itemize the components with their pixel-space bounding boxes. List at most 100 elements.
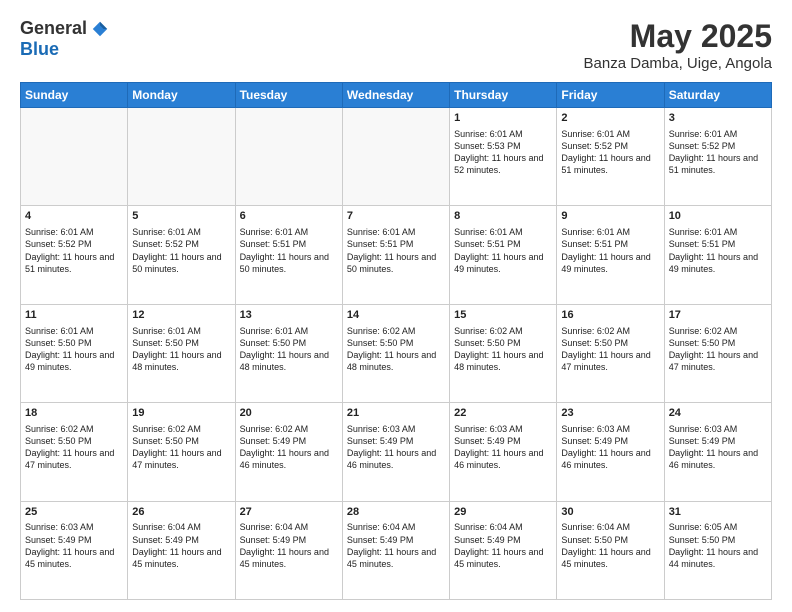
logo: General Blue xyxy=(20,18,109,60)
calendar-row: 4Sunrise: 6:01 AMSunset: 5:52 PMDaylight… xyxy=(21,206,772,304)
day-info: Sunrise: 6:02 AMSunset: 5:50 PMDaylight:… xyxy=(669,325,767,374)
calendar-cell: 2 Sunrise: 6:01 AMSunset: 5:52 PMDaylight… xyxy=(557,108,664,206)
day-number: 28 xyxy=(347,505,445,520)
day-number: 23 xyxy=(561,406,659,421)
calendar-cell: 20 Sunrise: 6:02 AMSunset: 5:49 PMDayligh… xyxy=(235,403,342,501)
calendar-cell xyxy=(21,108,128,206)
calendar-cell: 23Sunrise: 6:03 AMSunset: 5:49 PMDayligh… xyxy=(557,403,664,501)
calendar-cell xyxy=(235,108,342,206)
calendar-row: 1 Sunrise: 6:01 AMSunset: 5:53 PMDaylight… xyxy=(21,108,772,206)
day-number: 30 xyxy=(561,505,659,520)
day-number: 25 xyxy=(25,505,123,520)
logo-icon xyxy=(91,20,109,38)
calendar-cell: 12Sunrise: 6:01 AMSunset: 5:50 PMDayligh… xyxy=(128,304,235,402)
calendar-cell: 29Sunrise: 6:04 AMSunset: 5:49 PMDayligh… xyxy=(450,501,557,599)
day-number: 3 xyxy=(669,111,767,126)
day-number: 13 xyxy=(240,308,338,323)
calendar-cell: 22 Sunrise: 6:03 AMSunset: 5:49 PMDayligh… xyxy=(450,403,557,501)
day-number: 2 xyxy=(561,111,659,126)
calendar-cell: 6 Sunrise: 6:01 AMSunset: 5:51 PMDaylight… xyxy=(235,206,342,304)
day-info: Sunrise: 6:01 AMSunset: 5:52 PMDaylight:… xyxy=(669,128,767,177)
calendar-cell: 7 Sunrise: 6:01 AMSunset: 5:51 PMDaylight… xyxy=(342,206,449,304)
calendar-cell: 30Sunrise: 6:04 AMSunset: 5:50 PMDayligh… xyxy=(557,501,664,599)
weekday-header-cell: Friday xyxy=(557,83,664,108)
day-number: 19 xyxy=(132,406,230,421)
day-info: Sunrise: 6:01 AMSunset: 5:51 PMDaylight:… xyxy=(240,226,338,275)
main-title: May 2025 xyxy=(584,18,772,55)
day-number: 15 xyxy=(454,308,552,323)
day-info: Sunrise: 6:04 AMSunset: 5:50 PMDaylight:… xyxy=(561,521,659,570)
day-info: Sunrise: 6:01 AMSunset: 5:50 PMDaylight:… xyxy=(25,325,123,374)
day-info: Sunrise: 6:01 AMSunset: 5:52 PMDaylight:… xyxy=(25,226,123,275)
day-info: Sunrise: 6:01 AMSunset: 5:52 PMDaylight:… xyxy=(561,128,659,177)
calendar-cell xyxy=(342,108,449,206)
day-number: 9 xyxy=(561,209,659,224)
day-number: 10 xyxy=(669,209,767,224)
day-info: Sunrise: 6:04 AMSunset: 5:49 PMDaylight:… xyxy=(132,521,230,570)
calendar-cell xyxy=(128,108,235,206)
calendar-row: 18Sunrise: 6:02 AMSunset: 5:50 PMDayligh… xyxy=(21,403,772,501)
calendar-cell: 8 Sunrise: 6:01 AMSunset: 5:51 PMDaylight… xyxy=(450,206,557,304)
calendar-cell: 27Sunrise: 6:04 AMSunset: 5:49 PMDayligh… xyxy=(235,501,342,599)
day-number: 6 xyxy=(240,209,338,224)
day-info: Sunrise: 6:05 AMSunset: 5:50 PMDaylight:… xyxy=(669,521,767,570)
calendar-cell: 10 Sunrise: 6:01 AMSunset: 5:51 PMDayligh… xyxy=(664,206,771,304)
day-number: 20 xyxy=(240,406,338,421)
calendar-cell: 14 Sunrise: 6:02 AMSunset: 5:50 PMDayligh… xyxy=(342,304,449,402)
calendar-cell: 25Sunrise: 6:03 AMSunset: 5:49 PMDayligh… xyxy=(21,501,128,599)
day-info: Sunrise: 6:01 AMSunset: 5:51 PMDaylight:… xyxy=(347,226,445,275)
day-number: 14 xyxy=(347,308,445,323)
calendar-cell: 19 Sunrise: 6:02 AMSunset: 5:50 PMDayligh… xyxy=(128,403,235,501)
day-number: 29 xyxy=(454,505,552,520)
day-number: 7 xyxy=(347,209,445,224)
day-info: Sunrise: 6:02 AMSunset: 5:49 PMDaylight:… xyxy=(240,423,338,472)
page: General Blue May 2025 Banza Damba, Uige,… xyxy=(0,0,792,612)
day-info: Sunrise: 6:02 AMSunset: 5:50 PMDaylight:… xyxy=(347,325,445,374)
logo-general-text: General xyxy=(20,18,87,39)
calendar-cell: 5Sunrise: 6:01 AMSunset: 5:52 PMDaylight… xyxy=(128,206,235,304)
day-number: 27 xyxy=(240,505,338,520)
day-info: Sunrise: 6:01 AMSunset: 5:51 PMDaylight:… xyxy=(561,226,659,275)
day-info: Sunrise: 6:02 AMSunset: 5:50 PMDaylight:… xyxy=(132,423,230,472)
day-info: Sunrise: 6:03 AMSunset: 5:49 PMDaylight:… xyxy=(454,423,552,472)
calendar-cell: 24Sunrise: 6:03 AMSunset: 5:49 PMDayligh… xyxy=(664,403,771,501)
calendar-cell: 15Sunrise: 6:02 AMSunset: 5:50 PMDayligh… xyxy=(450,304,557,402)
weekday-header-cell: Saturday xyxy=(664,83,771,108)
day-number: 24 xyxy=(669,406,767,421)
day-number: 31 xyxy=(669,505,767,520)
day-number: 16 xyxy=(561,308,659,323)
weekday-header-cell: Thursday xyxy=(450,83,557,108)
day-info: Sunrise: 6:04 AMSunset: 5:49 PMDaylight:… xyxy=(240,521,338,570)
calendar-cell: 9 Sunrise: 6:01 AMSunset: 5:51 PMDaylight… xyxy=(557,206,664,304)
calendar-row: 11 Sunrise: 6:01 AMSunset: 5:50 PMDayligh… xyxy=(21,304,772,402)
day-number: 1 xyxy=(454,111,552,126)
day-number: 8 xyxy=(454,209,552,224)
day-info: Sunrise: 6:01 AMSunset: 5:51 PMDaylight:… xyxy=(669,226,767,275)
calendar-cell: 28Sunrise: 6:04 AMSunset: 5:49 PMDayligh… xyxy=(342,501,449,599)
calendar-cell: 3 Sunrise: 6:01 AMSunset: 5:52 PMDaylight… xyxy=(664,108,771,206)
weekday-header-cell: Sunday xyxy=(21,83,128,108)
weekday-header-cell: Monday xyxy=(128,83,235,108)
day-info: Sunrise: 6:02 AMSunset: 5:50 PMDaylight:… xyxy=(561,325,659,374)
day-number: 26 xyxy=(132,505,230,520)
weekday-header-row: SundayMondayTuesdayWednesdayThursdayFrid… xyxy=(21,83,772,108)
day-info: Sunrise: 6:01 AMSunset: 5:51 PMDaylight:… xyxy=(454,226,552,275)
weekday-header-cell: Tuesday xyxy=(235,83,342,108)
logo-blue-text: Blue xyxy=(20,39,59,60)
day-number: 22 xyxy=(454,406,552,421)
day-number: 5 xyxy=(132,209,230,224)
day-info: Sunrise: 6:04 AMSunset: 5:49 PMDaylight:… xyxy=(347,521,445,570)
calendar-row: 25Sunrise: 6:03 AMSunset: 5:49 PMDayligh… xyxy=(21,501,772,599)
day-number: 11 xyxy=(25,308,123,323)
header: General Blue May 2025 Banza Damba, Uige,… xyxy=(20,18,772,72)
calendar-cell: 17Sunrise: 6:02 AMSunset: 5:50 PMDayligh… xyxy=(664,304,771,402)
subtitle: Banza Damba, Uige, Angola xyxy=(584,55,772,72)
day-info: Sunrise: 6:01 AMSunset: 5:53 PMDaylight:… xyxy=(454,128,552,177)
weekday-header-cell: Wednesday xyxy=(342,83,449,108)
calendar-cell: 21Sunrise: 6:03 AMSunset: 5:49 PMDayligh… xyxy=(342,403,449,501)
day-number: 21 xyxy=(347,406,445,421)
day-info: Sunrise: 6:02 AMSunset: 5:50 PMDaylight:… xyxy=(25,423,123,472)
day-info: Sunrise: 6:01 AMSunset: 5:50 PMDaylight:… xyxy=(240,325,338,374)
day-info: Sunrise: 6:04 AMSunset: 5:49 PMDaylight:… xyxy=(454,521,552,570)
calendar-body: 1 Sunrise: 6:01 AMSunset: 5:53 PMDaylight… xyxy=(21,108,772,600)
